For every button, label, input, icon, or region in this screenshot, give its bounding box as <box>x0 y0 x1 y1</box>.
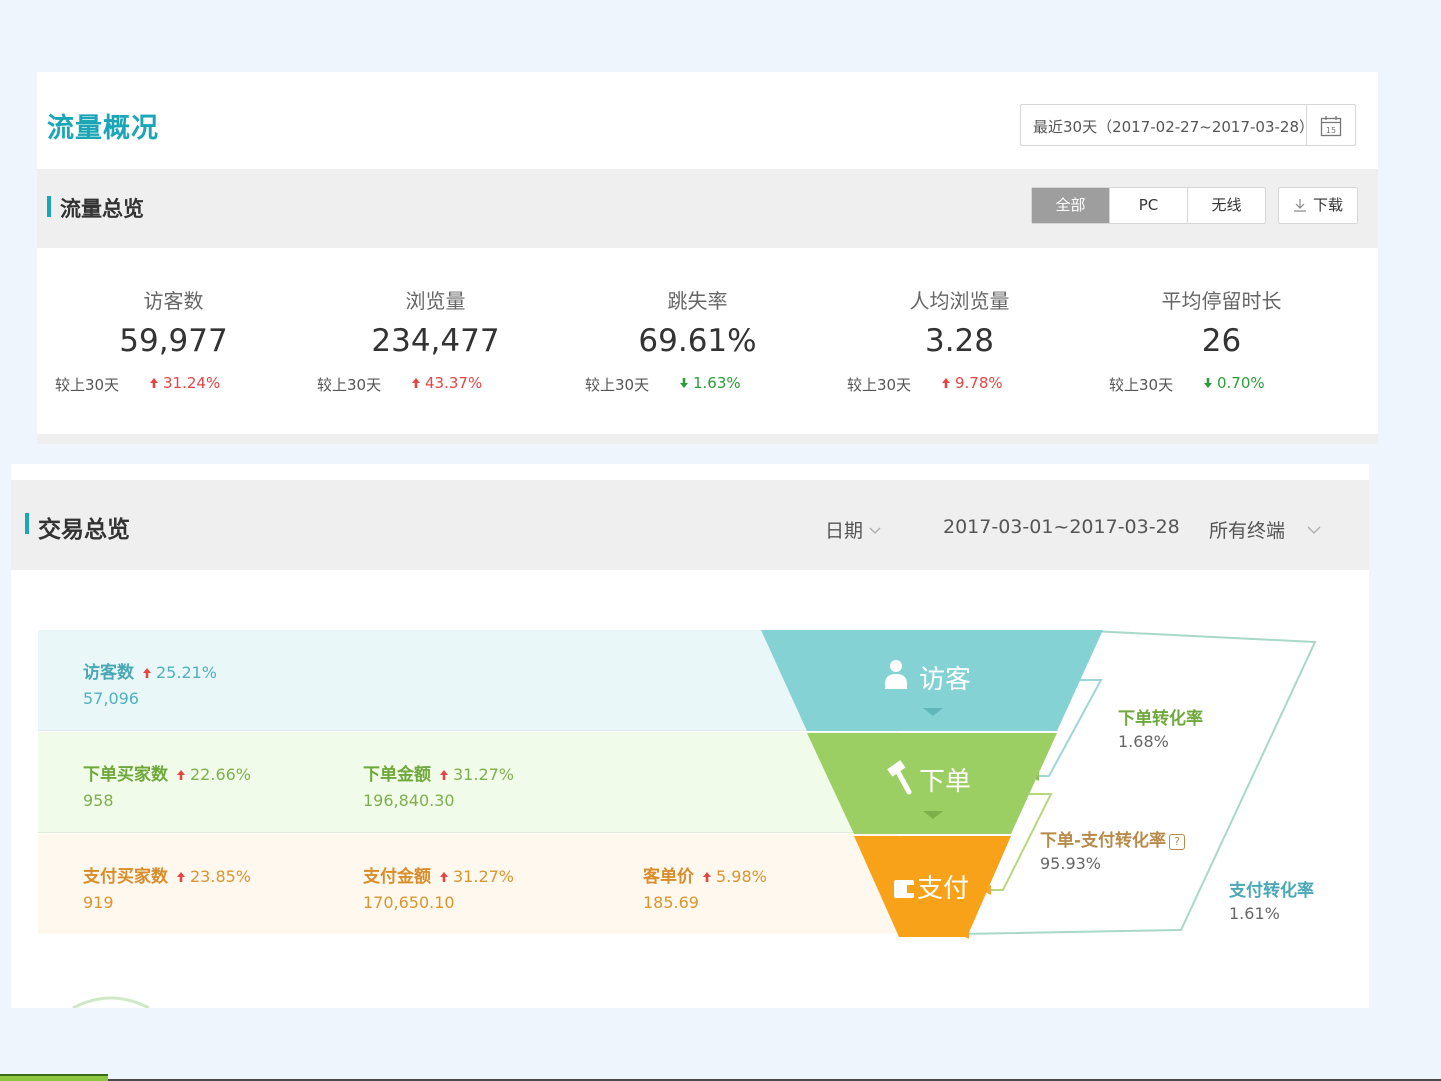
wallet-icon <box>894 880 915 898</box>
terminal-label: 所有终端 <box>1209 520 1286 542</box>
stat-value: 170,650.10 <box>363 893 455 912</box>
help-icon[interactable]: ? <box>1169 834 1186 850</box>
arrow-down-icon <box>1204 378 1212 388</box>
download-label: 下载 <box>1312 196 1343 214</box>
metric-label: 人均浏览量 <box>909 289 1010 313</box>
order-pay-rate-value: 95.93% <box>1040 854 1102 873</box>
calendar-button[interactable]: 15 <box>1306 105 1355 145</box>
stat-change: 23.85% <box>190 867 252 886</box>
metric-compare: 较上30天 <box>317 376 382 394</box>
terminal-dropdown[interactable]: 所有终端 <box>1209 516 1321 543</box>
metric-compare: 较上30天 <box>585 376 650 394</box>
arrow-up-icon <box>177 770 185 780</box>
stat-order-buyers: 下单买家数 22.66% 958 <box>83 760 251 810</box>
stat-order-amount: 下单金额 31.27% 196,840.30 <box>363 760 514 810</box>
stat-label: 客单价 <box>643 867 694 887</box>
filter-pc-button[interactable]: PC <box>1109 188 1187 223</box>
calendar-icon: 15 <box>1320 116 1342 137</box>
metric-compare: 较上30天 <box>1109 376 1174 394</box>
stat-label: 支付买家数 <box>83 867 168 887</box>
trade-section-bar: 交易总览 日期 2017-03-01~2017-03-28 所有终端 <box>11 480 1369 570</box>
chart-arc-decoration <box>72 996 150 1008</box>
traffic-overview-card: 流量概况 最近30天（2017-02-27~2017-03-28） 15 流量总… <box>37 72 1378 444</box>
stat-change: 25.21% <box>156 663 218 682</box>
arrow-up-icon <box>177 872 185 882</box>
stat-value: 958 <box>83 791 114 810</box>
stat-pay-amount: 支付金额 31.27% 170,650.10 <box>363 862 514 912</box>
trade-section-title: 交易总览 <box>25 510 130 544</box>
metric-label: 浏览量 <box>405 289 466 313</box>
arrow-up-icon <box>440 770 448 780</box>
arrow-up-icon <box>143 668 151 678</box>
metric-change: 43.37% <box>411 374 482 392</box>
taskbar-item <box>0 1074 108 1081</box>
arrow-up-icon <box>942 378 950 388</box>
stat-change: 22.66% <box>190 765 252 784</box>
funnel-pay-label: 支付 <box>917 874 969 904</box>
metric-value: 234,477 <box>371 323 500 359</box>
metric-label: 平均停留时长 <box>1161 289 1282 313</box>
metric-label: 跳失率 <box>667 289 728 313</box>
metric-compare: 较上30天 <box>847 376 912 394</box>
pay-rate-label: 支付转化率 <box>1229 881 1314 901</box>
metric-change: 0.70% <box>1203 374 1265 392</box>
download-icon <box>1293 199 1306 212</box>
stat-label: 下单买家数 <box>83 765 168 785</box>
date-range-label: 最近30天（2017-02-27~2017-03-28） <box>1033 118 1315 136</box>
metric-change: 31.24% <box>149 374 220 392</box>
date-type-dropdown[interactable]: 日期 <box>825 516 881 543</box>
trade-overview-card: 交易总览 日期 2017-03-01~2017-03-28 所有终端 访客数 25… <box>11 464 1369 1008</box>
stat-change: 31.27% <box>453 867 515 886</box>
metric-change: 1.63% <box>679 374 741 392</box>
calendar-day: 15 <box>1326 126 1336 135</box>
stat-pay-buyers: 支付买家数 23.85% 919 <box>83 862 251 912</box>
stat-change: 31.27% <box>453 765 515 784</box>
funnel-order-label: 下单 <box>919 767 971 797</box>
divider <box>37 434 1378 444</box>
stat-label: 支付金额 <box>363 867 431 887</box>
funnel-visit-label: 访客 <box>919 665 971 695</box>
arrow-up-icon <box>150 378 158 388</box>
trade-date-range[interactable]: 2017-03-01~2017-03-28 <box>943 516 1180 538</box>
metric-change: 9.78% <box>941 374 1003 392</box>
filter-wireless-button[interactable]: 无线 <box>1187 188 1265 223</box>
order-rate-value: 1.68% <box>1118 732 1169 751</box>
date-type-label: 日期 <box>825 520 864 542</box>
page-title: 流量概况 <box>47 113 159 144</box>
metric-label: 访客数 <box>143 289 204 313</box>
chevron-down-icon <box>869 527 881 534</box>
order-pay-rate-label: 下单-支付转化率? <box>1040 826 1186 851</box>
metric-value: 59,977 <box>119 323 228 359</box>
traffic-section-bar: 流量总览 全部 PC 无线 下载 <box>37 169 1378 248</box>
metric-value: 26 <box>1201 323 1242 359</box>
metric-value: 69.61% <box>638 323 757 359</box>
stat-value: 57,096 <box>83 689 139 708</box>
stat-value: 919 <box>83 893 114 912</box>
metric-value: 3.28 <box>924 323 995 359</box>
date-range-picker[interactable]: 最近30天（2017-02-27~2017-03-28） 15 <box>1020 104 1356 146</box>
device-filter-group: 全部 PC 无线 <box>1031 187 1266 224</box>
pay-rate-value: 1.61% <box>1229 904 1280 923</box>
metric-compare: 较上30天 <box>55 376 120 394</box>
arrow-up-icon <box>412 378 420 388</box>
traffic-section-title: 流量总览 <box>47 193 144 223</box>
order-rate-label: 下单转化率 <box>1118 709 1203 729</box>
download-button[interactable]: 下载 <box>1278 187 1358 224</box>
chevron-down-icon <box>1307 526 1321 534</box>
arrow-up-icon <box>440 872 448 882</box>
stat-visitors: 访客数 25.21% 57,096 <box>83 658 217 708</box>
stat-label: 访客数 <box>83 663 134 683</box>
stat-value: 196,840.30 <box>363 791 455 810</box>
filter-all-button[interactable]: 全部 <box>1032 188 1109 223</box>
arrow-down-icon <box>680 378 688 388</box>
stat-label: 下单金额 <box>363 765 431 785</box>
